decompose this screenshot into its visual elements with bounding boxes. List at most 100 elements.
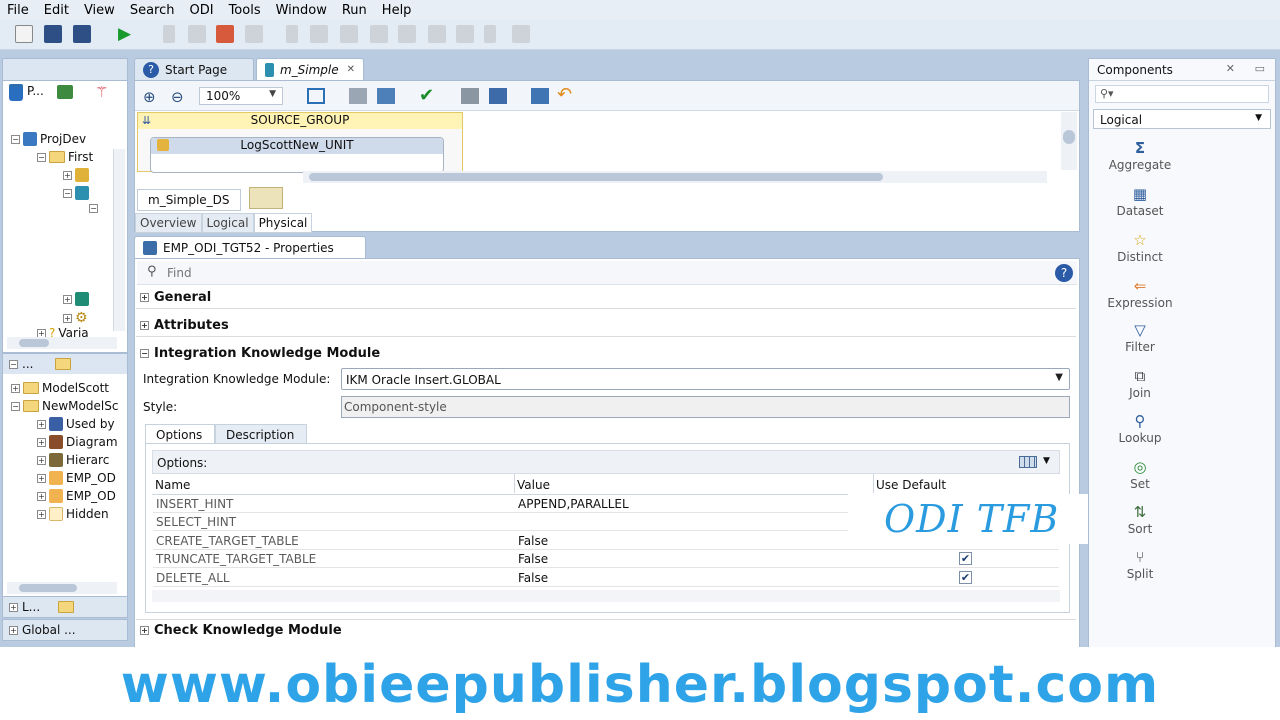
tree-item-mapping-child[interactable]: − [89,204,98,213]
debug-icon[interactable] [163,25,175,43]
tree-item-procedures[interactable]: + [63,292,89,306]
execution-unit[interactable]: LogScottNew_UNIT [150,137,444,173]
tree-item-mappings[interactable]: − [63,186,89,200]
collapse-icon[interactable]: − [37,152,46,162]
tree-item-diagrams[interactable]: + Diagram [37,435,118,449]
section-ikm[interactable]: − Integration Knowledge Module [140,346,380,361]
save-icon[interactable] [44,25,62,43]
undo-icon[interactable]: ↶ [557,84,572,105]
hierarchy-icon[interactable]: ⚚ [95,83,108,101]
refresh-icon[interactable] [531,88,549,104]
pause-icon[interactable] [484,25,496,43]
tree-item-modelscott[interactable]: + ModelScott [11,381,109,395]
validate-icon[interactable]: ✔ [419,85,434,106]
vertical-scrollbar[interactable] [1061,112,1077,170]
connect-icon[interactable] [9,87,23,101]
components-search[interactable]: ⚲▾ [1095,85,1269,103]
forward-icon[interactable] [512,25,530,43]
tab-overview[interactable]: Overview [135,213,202,233]
tree-item-knowledge-modules[interactable]: + ⚙ [63,310,88,326]
arrange-icon[interactable] [377,88,395,104]
component-filter[interactable]: ▽ Filter [1094,322,1186,354]
find-input[interactable] [167,264,1037,282]
run-icon[interactable]: ▶ [118,25,136,43]
scroll-thumb[interactable] [309,173,883,181]
help-icon[interactable]: ? [1055,264,1073,282]
tree-item-emp-odi-2[interactable]: + EMP_OD [37,489,116,503]
use-default-checkbox[interactable]: ✔ [959,571,972,584]
copy-icon[interactable] [461,88,479,104]
load-plans-panel[interactable]: + L... [2,596,128,618]
menu-help[interactable]: Help [375,3,420,18]
component-expression[interactable]: ⇐ Expression [1094,278,1186,310]
table-row[interactable]: TRUNCATE_TARGET_TABLE False ✔ [153,550,1059,568]
tree-item-emp-odi-1[interactable]: + EMP_OD [37,471,116,485]
scroll-thumb[interactable] [19,339,49,347]
component-aggregate[interactable]: Σ Aggregate [1094,140,1186,172]
scroll-thumb[interactable] [1063,130,1075,144]
chevron-down-icon[interactable]: ▼ [1043,456,1050,466]
menu-search[interactable]: Search [123,3,183,18]
scroll-thumb[interactable] [19,584,77,592]
zoom-select[interactable]: 100% ▼ [199,87,283,105]
column-name[interactable]: Name [155,478,190,492]
folder-icon[interactable] [58,601,75,613]
component-distinct[interactable]: ☆ Distinct [1094,232,1186,264]
component-dataset[interactable]: ▦ Dataset [1094,186,1186,218]
layout-icon[interactable] [349,88,367,104]
tree-item-first[interactable]: − First [37,150,93,164]
horizontal-scrollbar[interactable] [303,171,1047,183]
section-attributes[interactable]: + Attributes [140,318,229,333]
tab-m-simple[interactable]: m_Simple ✕ [256,58,364,80]
global-objects-panel[interactable]: + Global ... [2,619,128,641]
section-general[interactable]: + General [140,290,211,305]
horizontal-scrollbar[interactable] [152,590,1060,602]
save-all-icon[interactable] [73,25,91,43]
tab-options[interactable]: Options [145,424,215,444]
expand-icon[interactable]: + [63,313,72,323]
vertical-scrollbar[interactable] [113,149,125,331]
expand-icon[interactable]: + [140,293,149,302]
menu-file[interactable]: File [0,3,37,18]
folder-icon[interactable] [55,358,72,370]
menu-run[interactable]: Run [335,3,375,18]
continue-icon[interactable] [398,25,416,43]
tab-deployment-spec[interactable]: m_Simple_DS [137,189,241,211]
tree-item-projdev[interactable]: − ProjDev [11,132,86,146]
menu-view[interactable]: View [77,3,123,18]
use-default-checkbox[interactable]: ✔ [959,552,972,565]
tree-item-packages[interactable]: + [63,168,89,182]
expand-icon[interactable]: + [140,321,149,330]
ikm-select[interactable]: IKM Oracle Insert.GLOBAL ▼ [341,368,1070,390]
collapse-icon[interactable]: − [11,134,20,144]
tab-properties[interactable]: EMP_ODI_TGT52 - Properties [134,236,366,258]
new-folder-icon[interactable] [57,85,73,99]
collapse-icon[interactable]: − [63,188,72,198]
close-icon[interactable]: ✕ [347,64,355,75]
zoom-in-icon[interactable]: ⊕ [143,88,156,106]
component-lookup[interactable]: ⚲ Lookup [1094,413,1186,445]
menu-edit[interactable]: Edit [37,3,77,18]
step-into-icon[interactable] [310,25,328,43]
tree-item-newmodelscott[interactable]: − NewModelSc [11,399,118,413]
components-category-select[interactable]: Logical ▼ [1093,109,1271,129]
resume-icon[interactable] [456,25,474,43]
component-set[interactable]: ◎ Set [1094,459,1186,491]
component-split[interactable]: ⑂ Split [1094,549,1186,581]
new-deployment-spec-icon[interactable] [249,187,283,209]
collapse-icon[interactable]: − [140,349,149,358]
paste-icon[interactable] [489,88,507,104]
horizontal-scrollbar[interactable] [7,337,117,349]
table-row[interactable]: DELETE_ALL False ✔ [153,569,1059,587]
tree-item-used-by[interactable]: + Used by [37,417,115,431]
component-sort[interactable]: ⇅ Sort [1094,504,1186,536]
stop-icon[interactable] [216,25,234,43]
gear-icon[interactable] [188,25,206,43]
minimize-icon[interactable]: ▭ [1255,62,1265,75]
step-icon[interactable] [286,25,298,43]
style-field[interactable]: Component-style [341,396,1070,418]
break-icon[interactable] [428,25,446,43]
expand-icon[interactable]: + [63,294,72,304]
collapse-icon[interactable]: − [89,204,98,213]
collapse-icon[interactable]: − [9,359,18,369]
